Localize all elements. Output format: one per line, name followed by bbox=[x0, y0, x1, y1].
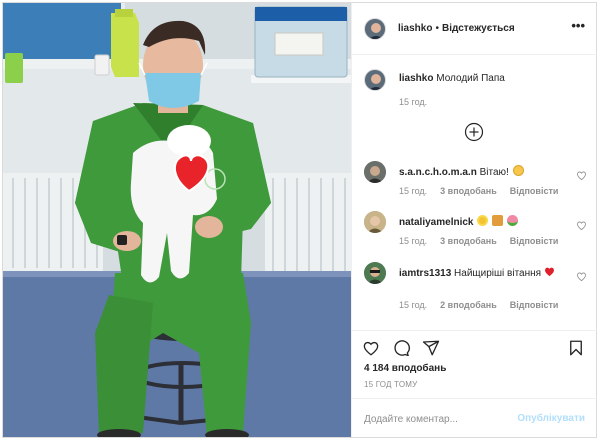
comment-body: nataliyamelnick bbox=[399, 211, 579, 233]
comment-item: s.a.n.c.h.o.m.a.n Вітаю! 15 год. 3 вподо… bbox=[364, 161, 589, 196]
caption-text-block: liashko Молодий Папа bbox=[399, 69, 505, 91]
commenter-avatar[interactable] bbox=[364, 161, 386, 183]
comment-actions: 15 год. 3 вподобань Відповісти bbox=[399, 236, 558, 246]
comment-item: nataliyamelnick 15 год. 3 вподобань Відп… bbox=[364, 211, 589, 246]
comment-likes[interactable]: 2 вподобань bbox=[440, 300, 497, 310]
more-icon[interactable]: ••• bbox=[571, 19, 585, 32]
heart-icon[interactable] bbox=[576, 220, 587, 231]
heart-icon[interactable] bbox=[362, 339, 380, 357]
comment-author[interactable]: nataliyamelnick bbox=[399, 217, 473, 228]
photo-illustration bbox=[3, 3, 351, 437]
header-separator: • bbox=[435, 23, 439, 34]
comment-time[interactable]: 15 год. bbox=[399, 300, 427, 310]
comment-input[interactable] bbox=[364, 411, 514, 427]
likes-count[interactable]: 4 184 вподобань bbox=[364, 363, 446, 374]
instagram-post: liashko • Відстежується ••• liashko Моло… bbox=[2, 2, 597, 438]
commenter-avatar[interactable] bbox=[364, 262, 386, 284]
heart-icon[interactable] bbox=[576, 170, 587, 181]
caption-author[interactable]: liashko bbox=[399, 73, 433, 84]
comment-time[interactable]: 15 год. bbox=[399, 186, 427, 196]
comment-author[interactable]: iamtrs1313 bbox=[399, 268, 451, 279]
reply-button[interactable]: Відповісти bbox=[510, 300, 559, 310]
share-icon[interactable] bbox=[422, 339, 440, 357]
add-comment-section: Опублікувати bbox=[352, 398, 597, 437]
sunflower-emoji-icon bbox=[477, 215, 489, 226]
reply-button[interactable]: Відповісти bbox=[510, 236, 559, 246]
comment-body: s.a.n.c.h.o.m.a.n Вітаю! bbox=[399, 161, 579, 183]
commenter-avatar[interactable] bbox=[364, 211, 386, 233]
author-username[interactable]: liashko bbox=[398, 23, 432, 34]
caption-avatar[interactable] bbox=[364, 69, 386, 91]
bouquet-emoji-icon bbox=[506, 215, 518, 226]
comment-time[interactable]: 15 год. bbox=[399, 236, 427, 246]
reply-button[interactable]: Відповісти bbox=[510, 186, 559, 196]
post-timestamp[interactable]: 15 ГОД ТОМУ bbox=[364, 380, 417, 389]
comment-text: Найщиріші вітання bbox=[454, 268, 542, 279]
post-side-panel: liashko • Відстежується ••• liashko Моло… bbox=[351, 3, 597, 437]
caption-time[interactable]: 15 год. bbox=[399, 97, 427, 107]
comment-likes[interactable]: 3 вподобань bbox=[440, 186, 497, 196]
post-photo[interactable] bbox=[3, 3, 351, 437]
smile-emoji-icon bbox=[512, 165, 524, 176]
comment-author[interactable]: s.a.n.c.h.o.m.a.n bbox=[399, 167, 477, 178]
comment-actions: 15 год. 2 вподобань Відповісти bbox=[399, 300, 558, 310]
comment-actions: 15 год. 3 вподобань Відповісти bbox=[399, 186, 558, 196]
post-action-bar bbox=[352, 330, 597, 364]
comment-likes[interactable]: 3 вподобань bbox=[440, 236, 497, 246]
add-circle-icon[interactable] bbox=[464, 122, 484, 142]
comment-body: iamtrs1313 Найщиріші вітання bbox=[399, 262, 579, 284]
comment-icon[interactable] bbox=[392, 339, 410, 357]
author-avatar[interactable] bbox=[364, 17, 386, 40]
red-heart-emoji-icon bbox=[544, 267, 554, 277]
publish-button[interactable]: Опублікувати bbox=[517, 413, 585, 424]
comment-text: Вітаю! bbox=[479, 167, 509, 178]
caption-text: Молодий Папа bbox=[436, 73, 505, 84]
heart-icon[interactable] bbox=[576, 271, 587, 282]
post-caption: liashko Молодий Папа bbox=[364, 69, 589, 91]
comment-item: iamtrs1313 Найщиріші вітання 15 год. 2 в… bbox=[364, 262, 589, 310]
following-button[interactable]: Відстежується bbox=[442, 23, 515, 34]
bookmark-icon[interactable] bbox=[567, 339, 585, 357]
post-header: liashko • Відстежується ••• bbox=[352, 3, 597, 55]
couple-emoji-icon bbox=[492, 215, 504, 226]
